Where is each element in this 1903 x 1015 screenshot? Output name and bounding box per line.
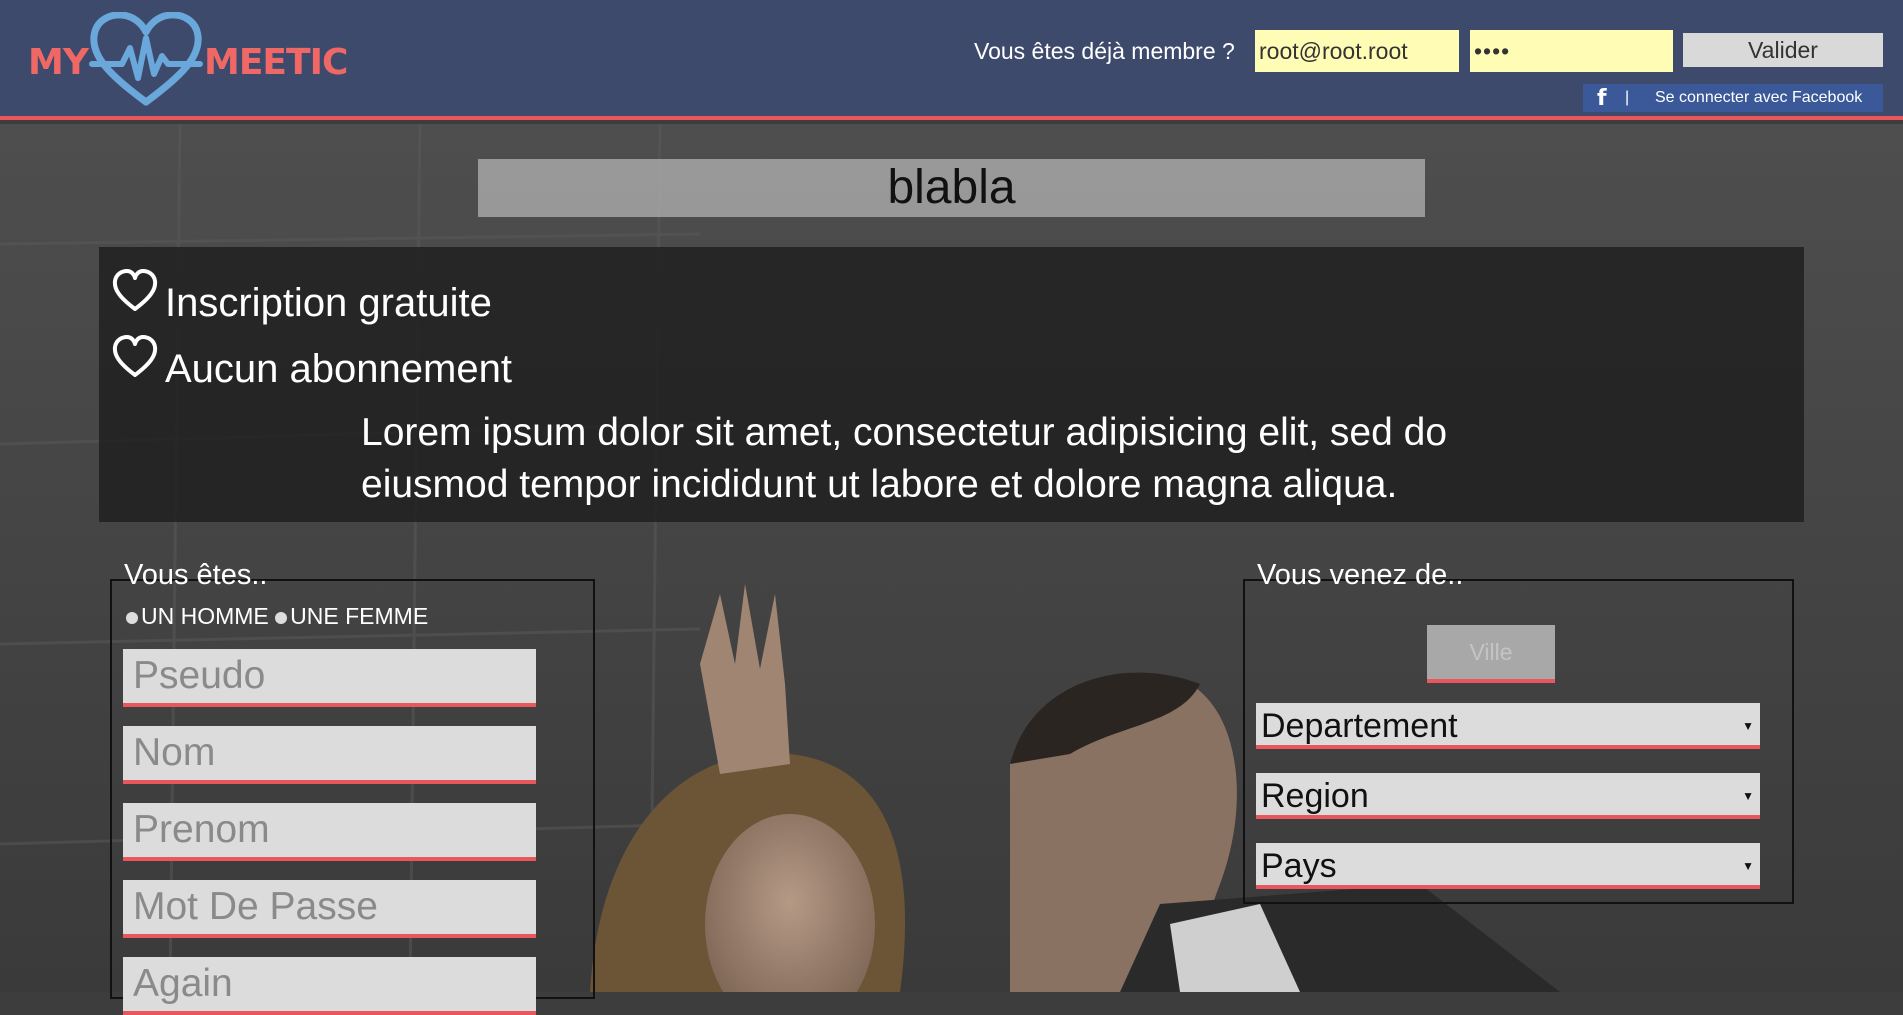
site-logo[interactable]: MY MEETIC xyxy=(28,12,348,110)
dropdown-caret-icon: ▼ xyxy=(1742,859,1754,873)
facebook-separator: | xyxy=(1625,89,1630,106)
gender-option-woman[interactable]: UNE FEMME xyxy=(275,603,428,629)
password-confirm-input[interactable]: Again xyxy=(123,957,536,1015)
feature-label: Inscription gratuite xyxy=(165,281,492,325)
feature-label: Aucun abonnement xyxy=(165,347,512,391)
site-header: MY MEETIC Vous êtes déjà membre ? root@r… xyxy=(0,0,1903,120)
facebook-login-label: Se connecter avec Facebook xyxy=(1655,89,1863,106)
pseudo-input[interactable]: Pseudo xyxy=(123,649,536,707)
password-input[interactable]: Mot De Passe xyxy=(123,880,536,938)
login-submit-button[interactable]: Valider xyxy=(1683,33,1883,67)
login-password-input[interactable]: •••• xyxy=(1470,30,1673,72)
registration-fieldset: Vous êtes.. UN HOMME UNE FEMME Pseudo No… xyxy=(110,559,595,1015)
gender-option-label: UNE FEMME xyxy=(290,603,429,629)
page-title: blabla xyxy=(478,159,1425,217)
heart-outline-icon xyxy=(112,335,158,377)
prenom-input[interactable]: Prenom xyxy=(123,803,536,861)
location-legend: Vous venez de.. xyxy=(1257,559,1464,591)
registration-legend: Vous êtes.. xyxy=(124,559,268,591)
facebook-login-button[interactable]: f | Se connecter avec Facebook xyxy=(1583,84,1883,112)
department-select[interactable]: Departement ▼ xyxy=(1256,703,1760,749)
login-email-input[interactable]: root@root.root xyxy=(1255,30,1459,72)
region-select[interactable]: Region ▼ xyxy=(1256,773,1760,819)
radio-icon xyxy=(275,611,288,624)
features-description: Lorem ipsum dolor sit amet, consectetur … xyxy=(361,411,1448,506)
gender-option-label: UN HOMME xyxy=(141,603,269,629)
nom-input[interactable]: Nom xyxy=(123,726,536,784)
country-select-value: Pays xyxy=(1261,847,1337,885)
gender-option-man[interactable]: UN HOMME xyxy=(126,603,269,629)
member-prompt-label: Vous êtes déjà membre ? xyxy=(974,38,1235,64)
heart-pulse-logo-icon xyxy=(89,12,203,106)
features-panel: Inscription gratuite Aucun abonnement Lo… xyxy=(99,247,1804,522)
country-select[interactable]: Pays ▼ xyxy=(1256,843,1760,889)
logo-text-left: MY xyxy=(28,42,89,83)
city-button[interactable]: Ville xyxy=(1427,625,1555,683)
logo-text-right: MEETIC xyxy=(204,42,348,83)
gender-radio-group: UN HOMME UNE FEMME xyxy=(126,603,428,630)
dropdown-caret-icon: ▼ xyxy=(1742,719,1754,733)
location-fieldset: Vous venez de.. Ville Departement ▼ Regi… xyxy=(1243,559,1794,904)
heart-outline-icon xyxy=(112,269,158,311)
department-select-value: Departement xyxy=(1261,707,1458,745)
region-select-value: Region xyxy=(1261,777,1369,815)
radio-icon xyxy=(126,611,138,624)
dropdown-caret-icon: ▼ xyxy=(1742,789,1754,803)
facebook-icon: f xyxy=(1597,86,1607,111)
